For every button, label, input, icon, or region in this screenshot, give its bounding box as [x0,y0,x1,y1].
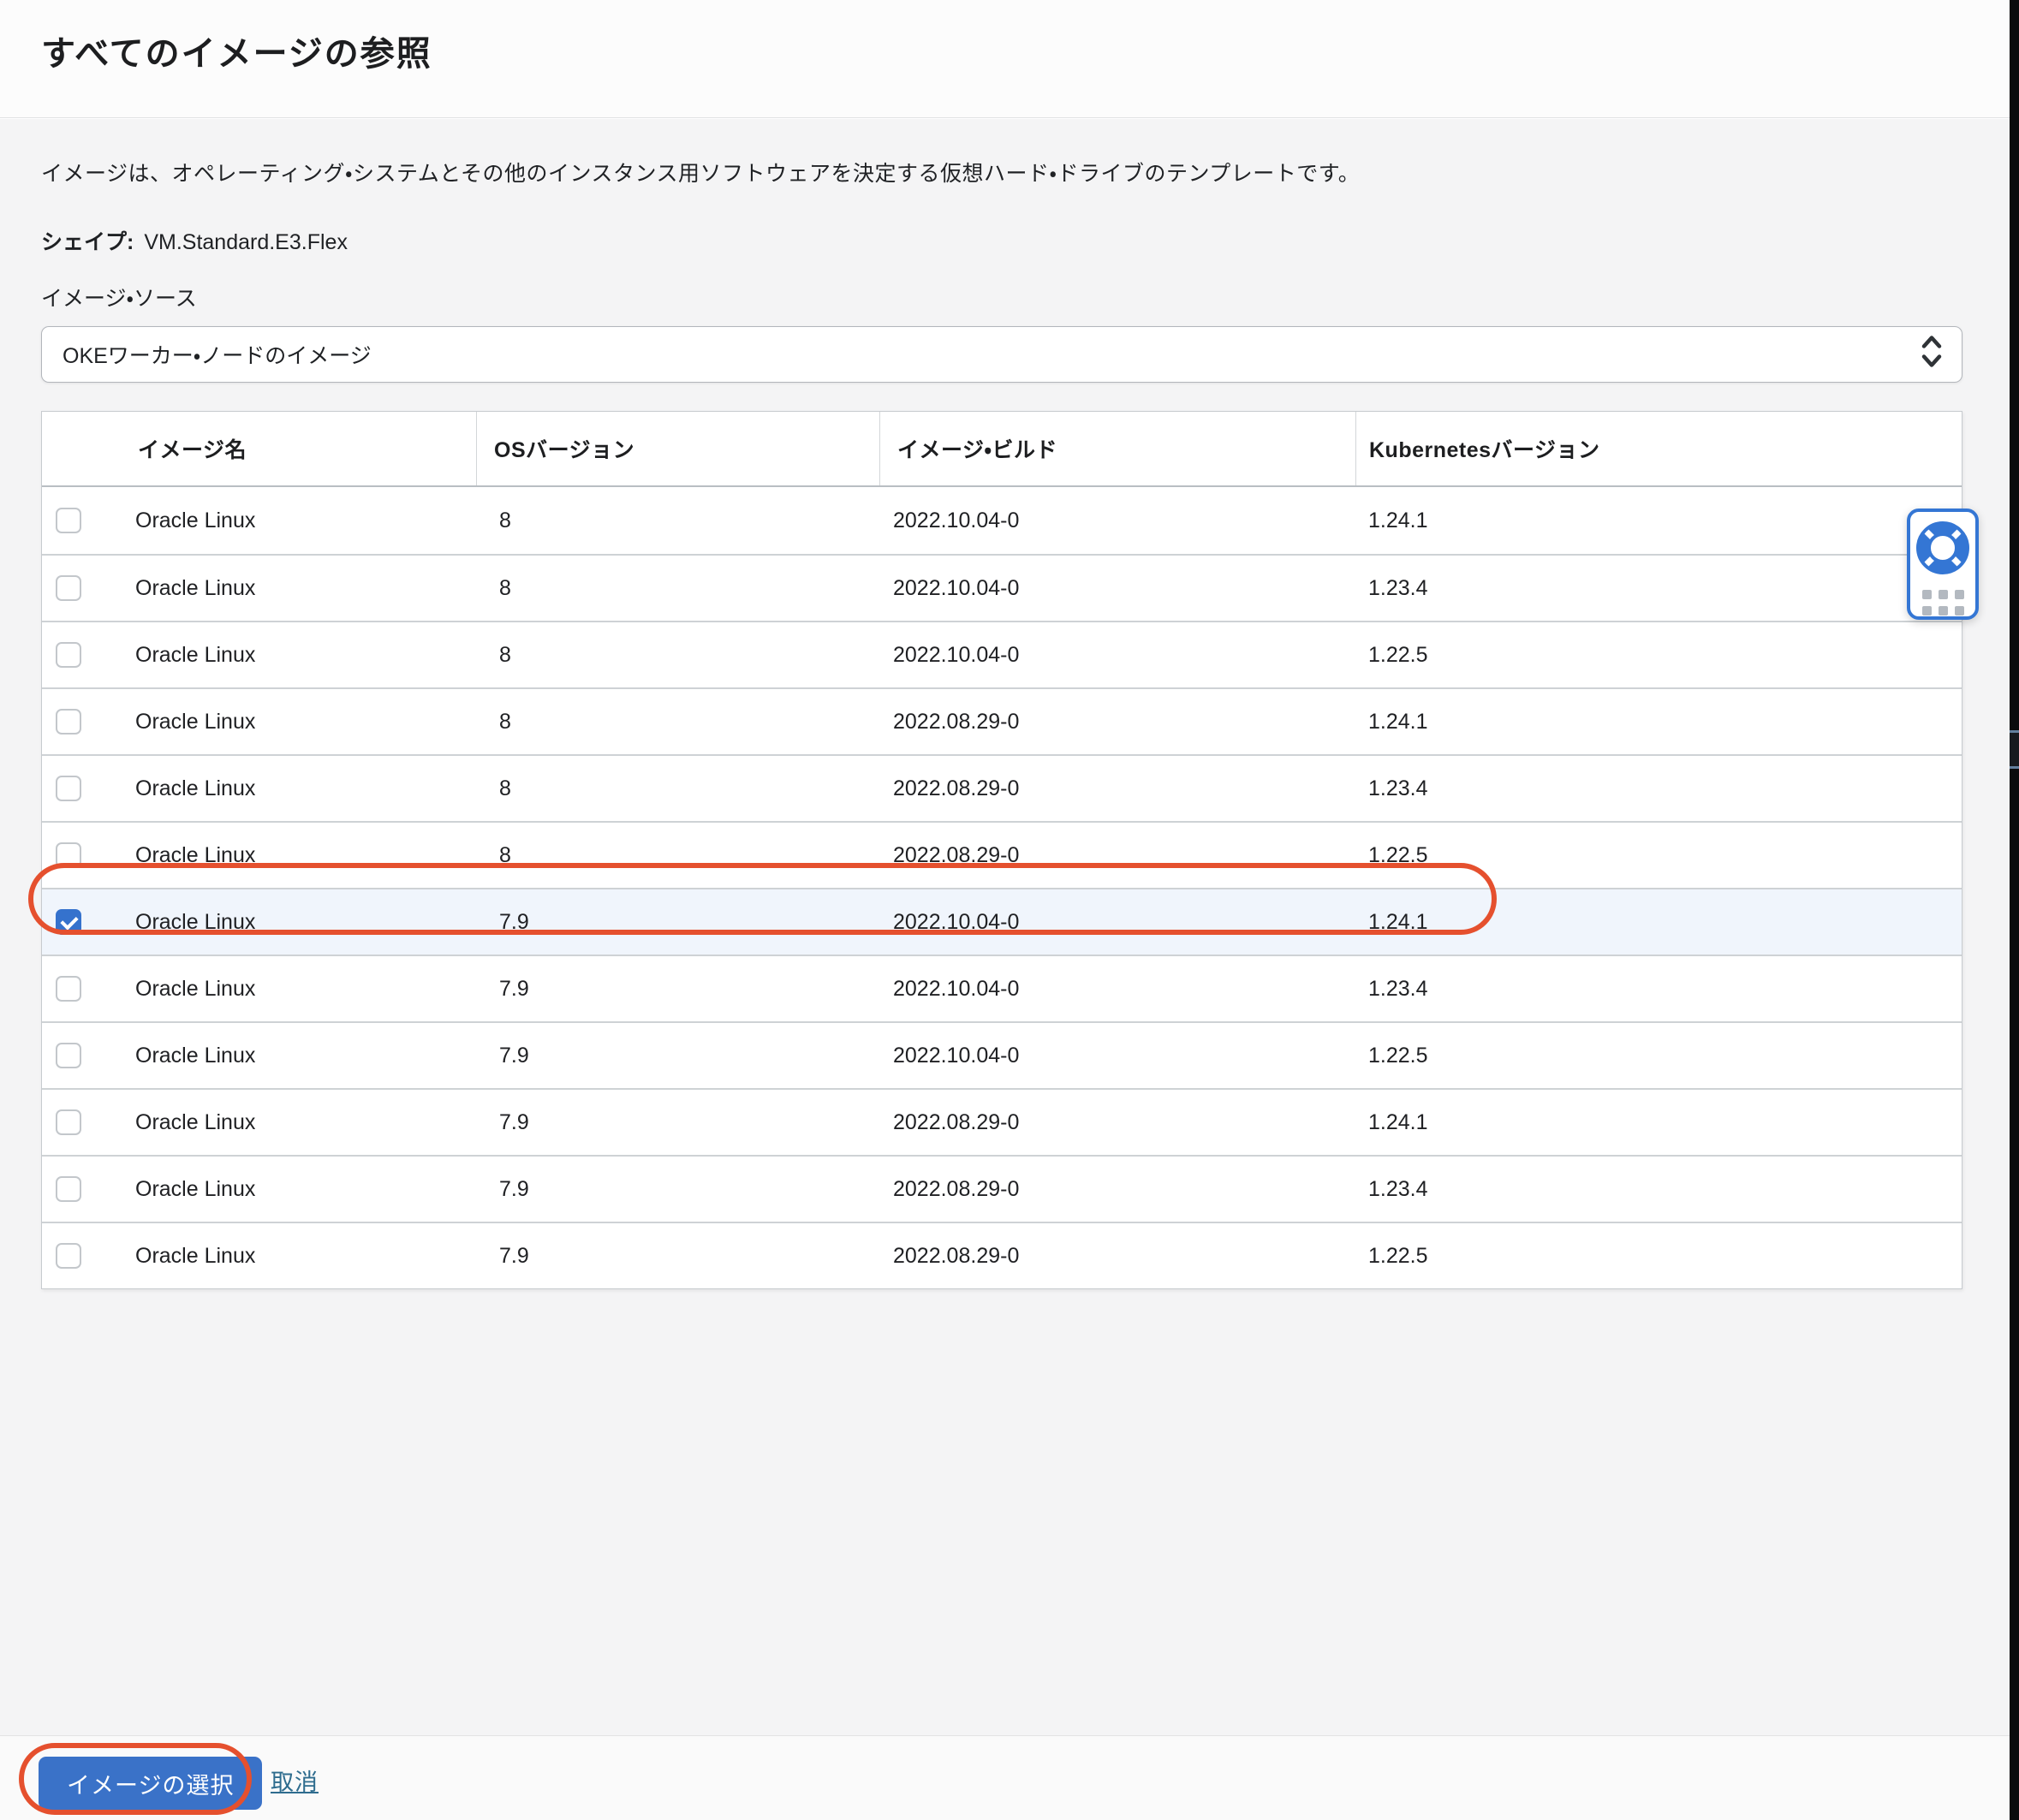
kubernetes-version-cell: 1.24.1 [1355,1090,1962,1155]
kubernetes-version-cell: 1.24.1 [1355,889,1962,955]
shape-line: シェイプ: VM.Standard.E3.Flex [41,225,1962,256]
table-row[interactable]: Oracle Linux 7.9 2022.10.04-0 1.23.4 [42,955,1962,1021]
dialog-footer: イメージの選択 取消 [0,1735,2019,1820]
shape-label: シェイプ: [41,230,134,254]
image-build-cell: 2022.10.04-0 [879,1023,1355,1088]
table-row[interactable]: Oracle Linux 7.9 2022.08.29-0 1.22.5 [42,1222,1962,1288]
images-table: イメージ名 OSバージョン イメージ・ビルド Kubernetesバージョン O… [41,411,1962,1289]
select-image-button[interactable]: イメージの選択 [39,1757,262,1810]
image-build-cell: 2022.10.04-0 [879,622,1355,687]
image-build-cell: 2022.10.04-0 [879,487,1355,554]
kubernetes-version-cell: 1.22.5 [1355,622,1962,687]
image-name-cell: Oracle Linux [135,710,255,735]
table-row[interactable]: Oracle Linux 8 2022.10.04-0 1.22.5 [42,621,1962,687]
row-checkbox[interactable] [56,842,81,868]
os-version-cell: 7.9 [476,889,879,955]
image-name-cell: Oracle Linux [135,910,255,935]
six-dot-drag-handle-icon[interactable] [1922,590,1964,616]
image-name-cell: Oracle Linux [135,509,255,533]
kubernetes-version-cell: 1.24.1 [1355,689,1962,754]
column-header-image-name: イメージ名 [42,412,476,485]
os-version-cell: 7.9 [476,1157,879,1222]
os-version-cell: 8 [476,823,879,888]
image-build-cell: 2022.10.04-0 [879,956,1355,1021]
lifebuoy-icon [1915,520,1971,580]
os-version-cell: 8 [476,622,879,687]
image-name-cell: Oracle Linux [135,1244,255,1269]
kubernetes-version-cell: 1.23.4 [1355,556,1962,621]
image-build-cell: 2022.08.29-0 [879,823,1355,888]
image-build-cell: 2022.08.29-0 [879,1090,1355,1155]
os-version-cell: 8 [476,756,879,821]
table-header-row: イメージ名 OSバージョン イメージ・ビルド Kubernetesバージョン [42,412,1962,487]
image-name-cell: Oracle Linux [135,843,255,868]
image-source-label: イメージ・ソース [41,282,1962,312]
kubernetes-version-cell: 1.23.4 [1355,956,1962,1021]
kubernetes-version-cell: 1.23.4 [1355,756,1962,821]
image-name-cell: Oracle Linux [135,776,255,801]
row-checkbox[interactable] [56,776,81,801]
cancel-link[interactable]: 取消 [271,1763,319,1797]
image-name-cell: Oracle Linux [135,1177,255,1202]
row-checkbox[interactable] [56,575,81,601]
kubernetes-version-cell: 1.24.1 [1355,487,1962,554]
image-name-cell: Oracle Linux [135,643,255,668]
scrollbar-thumb[interactable] [2010,730,2019,769]
row-checkbox[interactable] [56,1109,81,1135]
image-build-cell: 2022.10.04-0 [879,889,1355,955]
image-name-cell: Oracle Linux [135,576,255,601]
kubernetes-version-cell: 1.22.5 [1355,1023,1962,1088]
chevron-up-down-icon [1921,334,1943,376]
row-checkbox[interactable] [56,642,81,668]
help-widget[interactable] [1907,509,1979,620]
row-checkbox[interactable] [56,1043,81,1068]
column-header-image-build: イメージ・ビルド [879,412,1355,485]
image-build-cell: 2022.10.04-0 [879,556,1355,621]
row-checkbox[interactable] [56,909,81,935]
os-version-cell: 8 [476,556,879,621]
row-checkbox[interactable] [56,1176,81,1202]
page-title: すべてのイメージの参照 [41,26,2019,75]
window-edge-scrollbar-track [2010,0,2019,1820]
image-build-cell: 2022.08.29-0 [879,756,1355,821]
image-build-cell: 2022.08.29-0 [879,1157,1355,1222]
table-row[interactable]: Oracle Linux 7.9 2022.08.29-0 1.24.1 [42,1088,1962,1155]
image-source-select[interactable]: OKEワーカー・ノードのイメージ [41,326,1962,383]
os-version-cell: 7.9 [476,1223,879,1288]
table-row[interactable]: Oracle Linux 8 2022.08.29-0 1.23.4 [42,754,1962,821]
table-row[interactable]: Oracle Linux 8 2022.10.04-0 1.24.1 [42,487,1962,554]
row-checkbox[interactable] [56,508,81,533]
os-version-cell: 7.9 [476,1090,879,1155]
image-build-cell: 2022.08.29-0 [879,1223,1355,1288]
os-version-cell: 7.9 [476,956,879,1021]
table-row[interactable]: Oracle Linux 8 2022.10.04-0 1.23.4 [42,554,1962,621]
shape-value: VM.Standard.E3.Flex [144,230,348,254]
image-name-cell: Oracle Linux [135,977,255,1002]
row-checkbox[interactable] [56,976,81,1002]
os-version-cell: 7.9 [476,1023,879,1088]
os-version-cell: 8 [476,487,879,554]
kubernetes-version-cell: 1.22.5 [1355,823,1962,888]
row-checkbox[interactable] [56,709,81,735]
table-row[interactable]: Oracle Linux 8 2022.08.29-0 1.24.1 [42,687,1962,754]
table-row[interactable]: Oracle Linux 7.9 2022.10.04-0 1.22.5 [42,1021,1962,1088]
kubernetes-version-cell: 1.22.5 [1355,1223,1962,1288]
dialog-body: イメージは、オペレーティング・システムとその他のインスタンス用ソフトウェアを決定… [0,119,2019,1735]
image-name-cell: Oracle Linux [135,1110,255,1135]
image-description-text: イメージは、オペレーティング・システムとその他のインスタンス用ソフトウェアを決定… [41,157,1962,187]
table-body: Oracle Linux 8 2022.10.04-0 1.24.1 Oracl… [42,487,1962,1288]
table-row[interactable]: Oracle Linux 7.9 2022.10.04-0 1.24.1 [42,888,1962,955]
row-checkbox[interactable] [56,1243,81,1269]
table-row[interactable]: Oracle Linux 7.9 2022.08.29-0 1.23.4 [42,1155,1962,1222]
dialog-header: すべてのイメージの参照 [0,0,2019,118]
os-version-cell: 8 [476,689,879,754]
table-row[interactable]: Oracle Linux 8 2022.08.29-0 1.22.5 [42,821,1962,888]
column-header-kubernetes-version: Kubernetesバージョン [1355,412,1962,485]
image-build-cell: 2022.08.29-0 [879,689,1355,754]
image-name-cell: Oracle Linux [135,1044,255,1068]
image-source-selected-value: OKEワーカー・ノードのイメージ [63,339,372,370]
column-header-os-version: OSバージョン [476,412,879,485]
kubernetes-version-cell: 1.23.4 [1355,1157,1962,1222]
